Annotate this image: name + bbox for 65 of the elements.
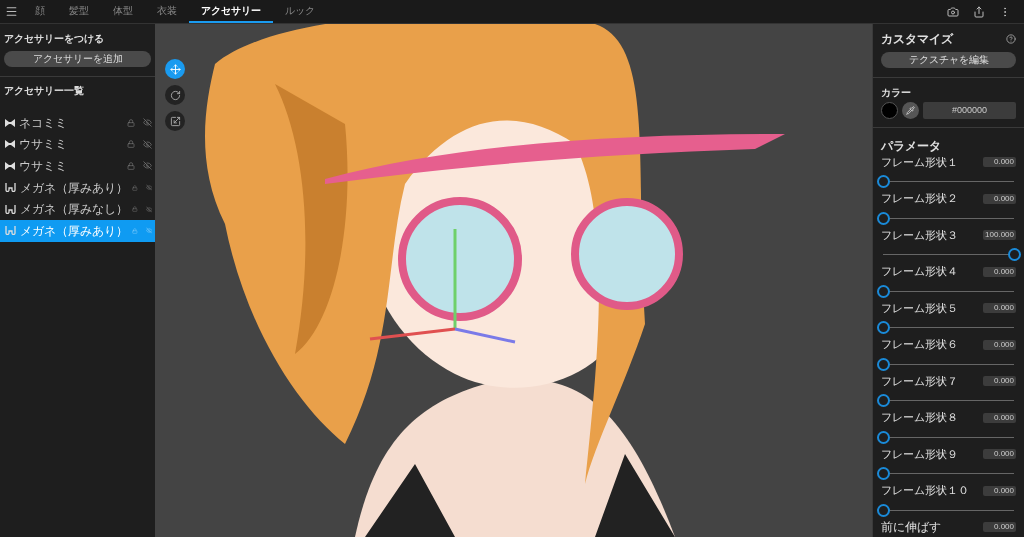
slider-thumb[interactable] xyxy=(876,321,890,334)
edit-texture-button[interactable]: テクスチャを編集 xyxy=(881,52,1016,68)
tab[interactable]: ルック xyxy=(273,0,327,23)
section-title: アクセサリー一覧 xyxy=(3,85,85,97)
slider-thumb[interactable] xyxy=(876,503,890,517)
slider-thumb[interactable] xyxy=(876,430,890,444)
item-label: ウサミミ xyxy=(19,137,68,152)
value-field[interactable]: 0.000 xyxy=(983,449,1016,459)
glasses-icon xyxy=(5,226,16,236)
value-field[interactable]: 0.000 xyxy=(983,522,1016,532)
slider-label: フレーム形状６ xyxy=(881,338,958,351)
glasses-icon xyxy=(5,204,16,214)
eyedropper-icon xyxy=(906,106,915,115)
slider-label: フレーム形状７ xyxy=(881,374,958,388)
slider-label: フレーム形状１ xyxy=(881,155,958,169)
tab[interactable]: 顔 xyxy=(23,0,57,23)
slider-label: フレーム形状１０ xyxy=(881,484,969,497)
tab[interactable]: 衣装 xyxy=(145,0,189,23)
section-title: カラー xyxy=(881,87,912,99)
slider-label: フレーム形状２ xyxy=(881,192,958,205)
value-field[interactable]: 0.000 xyxy=(983,412,1016,423)
rotate-icon xyxy=(169,89,181,101)
bowtie-icon xyxy=(5,162,15,170)
slider-thumb[interactable] xyxy=(1007,248,1021,261)
value-field[interactable]: 0.000 xyxy=(983,303,1016,313)
slider-label: 前に伸ばす xyxy=(881,520,941,534)
item-label: ウサミミ xyxy=(19,159,68,173)
slider-thumb[interactable] xyxy=(876,394,890,407)
slider-label: フレーム形状４ xyxy=(881,265,958,278)
slider-thumb[interactable] xyxy=(876,211,890,225)
slider-label: フレーム形状８ xyxy=(881,411,958,424)
section-title: パラメータ xyxy=(881,139,942,153)
slider-thumb[interactable] xyxy=(876,357,890,371)
item-label: ネコミミ xyxy=(19,115,68,130)
eyedropper-button[interactable] xyxy=(902,102,919,119)
slider-label: フレーム形状３ xyxy=(881,228,958,242)
help-icon[interactable] xyxy=(1006,34,1016,44)
tab[interactable]: 髪型 xyxy=(57,0,101,23)
item-label: メガネ（厚みあり） xyxy=(20,223,128,238)
slider-label: フレーム形状９ xyxy=(881,447,958,461)
glasses-icon xyxy=(5,183,16,193)
add-accessory-button[interactable]: アクセサリーを追加 xyxy=(4,51,151,67)
color-hex-field[interactable]: #000000 xyxy=(923,102,1016,119)
slider-thumb[interactable] xyxy=(876,284,890,298)
section-title: カスタマイズ xyxy=(881,32,953,46)
bowtie-icon xyxy=(5,140,15,149)
section-title: アクセサリーをつける xyxy=(4,33,105,45)
value-field[interactable]: 0.000 xyxy=(983,193,1016,204)
value-field[interactable]: 0.000 xyxy=(983,485,1016,496)
scale-icon xyxy=(169,115,181,127)
color-swatch[interactable] xyxy=(881,102,898,119)
bowtie-icon xyxy=(5,118,15,127)
slider-thumb[interactable] xyxy=(876,175,890,188)
value-field[interactable]: 100.000 xyxy=(983,230,1016,240)
move-icon xyxy=(169,63,181,75)
value-field[interactable]: 0.000 xyxy=(983,376,1016,386)
tab[interactable]: 体型 xyxy=(101,0,145,23)
menu-icon xyxy=(4,5,18,18)
value-field[interactable]: 0.000 xyxy=(983,266,1016,277)
item-label: メガネ（厚みあり） xyxy=(20,180,128,195)
slider-label: フレーム形状５ xyxy=(881,301,958,315)
value-field[interactable]: 0.000 xyxy=(983,157,1016,167)
item-label: メガネ（厚みなし） xyxy=(20,202,128,217)
value-field[interactable]: 0.000 xyxy=(983,339,1016,350)
slider-thumb[interactable] xyxy=(876,467,890,480)
